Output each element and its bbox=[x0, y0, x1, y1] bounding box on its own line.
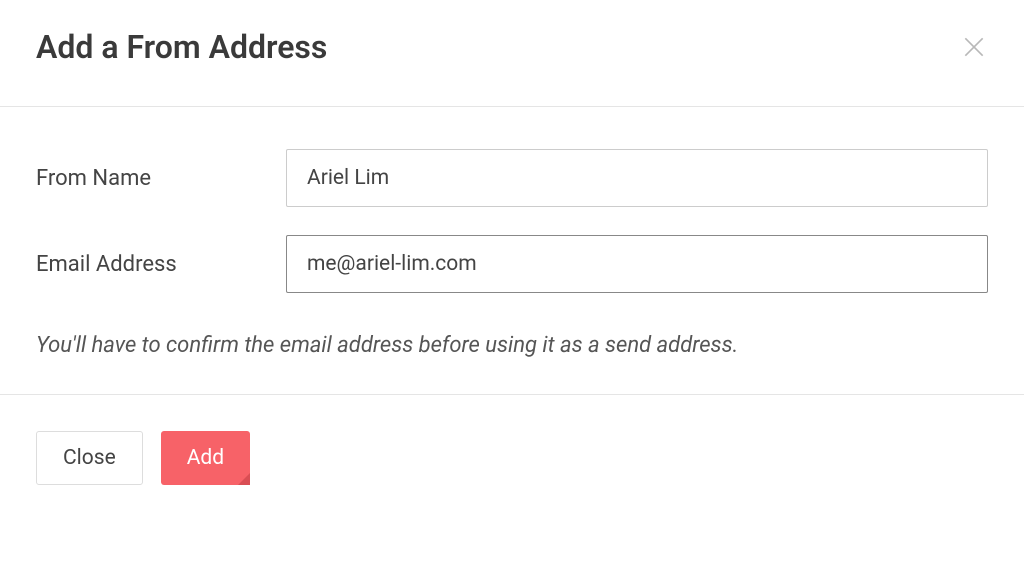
from-name-label: From Name bbox=[36, 166, 286, 191]
add-from-address-modal: Add a From Address From Name Email Addre… bbox=[0, 0, 1024, 582]
modal-title: Add a From Address bbox=[36, 28, 327, 66]
close-icon[interactable] bbox=[960, 33, 988, 61]
email-address-input[interactable] bbox=[286, 235, 988, 293]
email-address-row: Email Address bbox=[36, 235, 988, 293]
from-name-input[interactable] bbox=[286, 149, 988, 207]
add-button[interactable]: Add bbox=[161, 431, 250, 485]
modal-footer: Close Add bbox=[0, 395, 1024, 521]
close-button[interactable]: Close bbox=[36, 431, 143, 485]
helper-text: You'll have to confirm the email address… bbox=[36, 333, 988, 358]
modal-header: Add a From Address bbox=[0, 0, 1024, 107]
modal-body: From Name Email Address You'll have to c… bbox=[0, 107, 1024, 395]
from-name-row: From Name bbox=[36, 149, 988, 207]
email-address-label: Email Address bbox=[36, 252, 286, 277]
